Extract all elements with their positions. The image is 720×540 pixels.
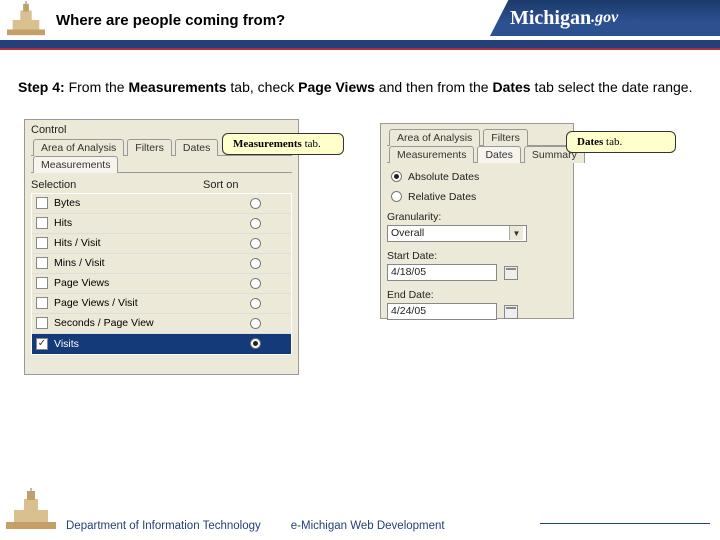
radio[interactable] xyxy=(250,278,261,289)
end-date-field: End Date: 4/24/05 xyxy=(387,289,567,320)
tab-filters[interactable]: Filters xyxy=(483,129,528,146)
list-item: Page Views / Visit xyxy=(32,294,291,314)
radio[interactable] xyxy=(250,238,261,249)
screenshot-area: Control Area of Analysis Filters Dates M… xyxy=(0,119,720,379)
tab-row-2: Measurements xyxy=(31,155,292,173)
banner-suffix: .gov xyxy=(591,9,618,27)
label-absolute: Absolute Dates xyxy=(408,171,479,183)
checkbox[interactable] xyxy=(36,297,48,309)
list-item: Hits / Visit xyxy=(32,234,291,254)
end-date-input[interactable]: 4/24/05 xyxy=(387,303,497,320)
capitol-icon xyxy=(6,1,46,39)
option-relative: Relative Dates xyxy=(387,191,567,203)
tab-row-2: Measurements Dates Summary xyxy=(387,145,567,163)
label-relative: Relative Dates xyxy=(408,191,476,203)
granularity-select[interactable]: Overall ▼ xyxy=(387,225,527,242)
checkbox[interactable]: ✓ xyxy=(36,338,48,350)
checkbox[interactable] xyxy=(36,277,48,289)
callout-measurements: Measurements tab. xyxy=(222,133,344,155)
checkbox[interactable] xyxy=(36,317,48,329)
checkbox[interactable] xyxy=(36,197,48,209)
option-absolute: Absolute Dates xyxy=(387,171,567,183)
tab-dates[interactable]: Dates xyxy=(477,146,520,163)
slide-header: Where are people coming from? Michigan.g… xyxy=(0,0,720,40)
checkbox[interactable] xyxy=(36,217,48,229)
capitol-icon xyxy=(6,488,56,532)
step-instruction: Step 4: From the Measurements tab, check… xyxy=(18,78,700,97)
chevron-down-icon: ▼ xyxy=(509,226,523,240)
checkbox[interactable] xyxy=(36,257,48,269)
tab-area[interactable]: Area of Analysis xyxy=(389,129,480,146)
divider-red xyxy=(0,48,720,50)
start-date-input[interactable]: 4/18/05 xyxy=(387,264,497,281)
tab-measurements[interactable]: Measurements xyxy=(33,156,118,173)
radio[interactable] xyxy=(250,318,261,329)
banner-text: Michigan xyxy=(510,7,591,30)
tab-filters[interactable]: Filters xyxy=(127,139,172,156)
end-date-label: End Date: xyxy=(387,289,567,301)
calendar-icon[interactable] xyxy=(504,266,518,280)
footer-line xyxy=(540,523,710,524)
radio-relative[interactable] xyxy=(391,191,402,202)
measurements-dialog: Control Area of Analysis Filters Dates M… xyxy=(24,119,299,375)
radio[interactable] xyxy=(250,218,261,229)
calendar-icon[interactable] xyxy=(504,305,518,319)
list-item: Mins / Visit xyxy=(32,254,291,274)
selection-list: Bytes Hits Hits / Visit Mins / Visit Pag… xyxy=(31,193,292,355)
granularity-label: Granularity: xyxy=(387,211,441,223)
dates-dialog: Area of Analysis Filters Measurements Da… xyxy=(380,123,574,319)
radio-absolute[interactable] xyxy=(391,171,402,182)
divider-blue xyxy=(0,40,720,48)
checkbox[interactable] xyxy=(36,237,48,249)
list-item: Seconds / Page View xyxy=(32,314,291,334)
radio[interactable] xyxy=(250,198,261,209)
step-label: Step 4: xyxy=(18,79,65,95)
list-item: Hits xyxy=(32,214,291,234)
page-title: Where are people coming from? xyxy=(56,12,285,29)
tab-dates-left[interactable]: Dates xyxy=(175,139,218,156)
slide-footer: Department of Information Technology e-M… xyxy=(0,488,720,532)
footer-dept: Department of Information Technology xyxy=(66,520,261,532)
callout-dates: Dates tab. xyxy=(566,131,676,153)
col-sort: Sort on xyxy=(203,179,238,191)
tab-area[interactable]: Area of Analysis xyxy=(33,139,124,156)
tab-measurements-r[interactable]: Measurements xyxy=(389,146,474,163)
list-item: Bytes xyxy=(32,194,291,214)
list-item: ✓Visits xyxy=(32,334,291,354)
tab-row: Area of Analysis Filters xyxy=(387,128,567,146)
column-headers: Selection Sort on xyxy=(31,179,292,191)
granularity-field: Granularity: Overall ▼ xyxy=(387,211,567,242)
footer-group: e-Michigan Web Development xyxy=(291,520,445,532)
col-selection: Selection xyxy=(31,179,203,191)
radio[interactable] xyxy=(250,338,261,349)
list-item: Page Views xyxy=(32,274,291,294)
start-date-label: Start Date: xyxy=(387,250,567,262)
michigan-banner: Michigan.gov xyxy=(490,0,720,36)
radio[interactable] xyxy=(250,258,261,269)
radio[interactable] xyxy=(250,298,261,309)
start-date-field: Start Date: 4/18/05 xyxy=(387,250,567,281)
